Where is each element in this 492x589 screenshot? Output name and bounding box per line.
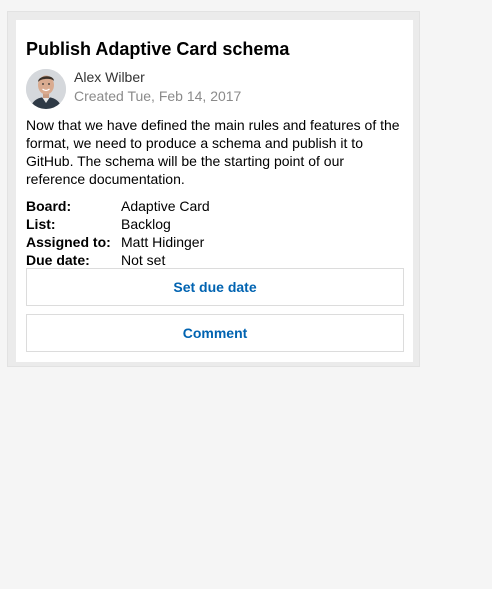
author-name: Alex Wilber: [74, 69, 145, 85]
fact-value: Matt Hidinger: [121, 234, 205, 250]
adaptive-card: Publish Adaptive Card schema Alex Wilber…: [16, 20, 413, 362]
fact-key: Board:: [26, 198, 72, 214]
fact-set: Board: Adaptive Card List: Backlog Assig…: [26, 197, 210, 269]
fact-row-list: List: Backlog: [26, 215, 210, 233]
comment-button[interactable]: Comment: [26, 314, 404, 352]
author-avatar: [26, 69, 66, 109]
fact-key: Assigned to:: [26, 234, 111, 250]
fact-row-assigned-to: Assigned to: Matt Hidinger: [26, 233, 210, 251]
fact-key: List:: [26, 216, 56, 232]
fact-value: Not set: [121, 252, 166, 268]
created-date: Created Tue, Feb 14, 2017: [74, 88, 242, 104]
fact-row-due-date: Due date: Not set: [26, 251, 210, 269]
fact-row-board: Board: Adaptive Card: [26, 197, 210, 215]
set-due-date-button[interactable]: Set due date: [26, 268, 404, 306]
fact-value: Adaptive Card: [121, 198, 210, 214]
card-description: Now that we have defined the main rules …: [26, 117, 400, 187]
card-container: Publish Adaptive Card schema Alex Wilber…: [7, 11, 420, 367]
fact-key: Due date:: [26, 252, 90, 268]
fact-value: Backlog: [121, 216, 171, 232]
card-title: Publish Adaptive Card schema: [26, 39, 290, 59]
